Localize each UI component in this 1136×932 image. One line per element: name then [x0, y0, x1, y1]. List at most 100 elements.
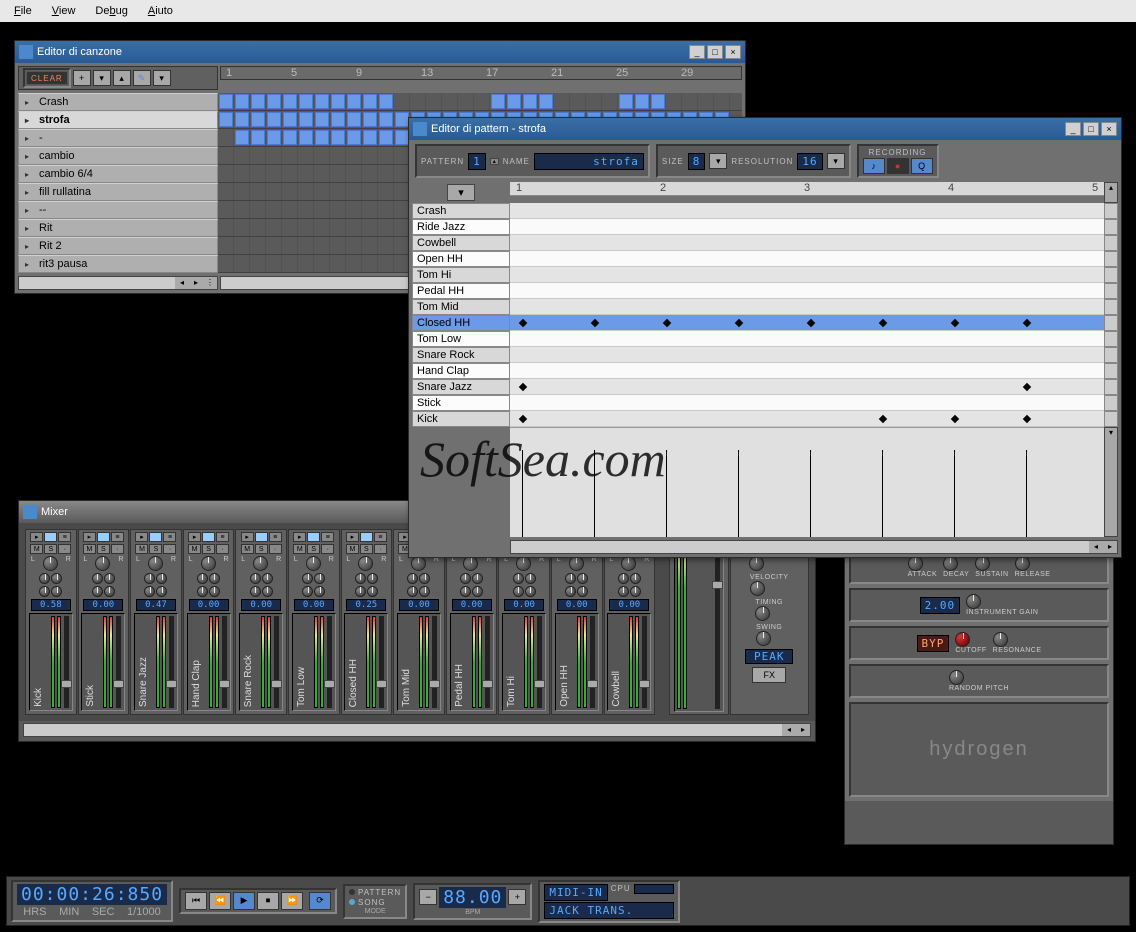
solo-button[interactable]: S: [307, 544, 320, 554]
note-grid[interactable]: [510, 331, 1104, 347]
instrument-row[interactable]: Tom Mid: [412, 299, 1118, 315]
note-grid[interactable]: [510, 315, 1104, 331]
fx3-knob[interactable]: [460, 586, 471, 597]
fx4-knob[interactable]: [630, 586, 641, 597]
channel-fader[interactable]: Cowbell: [607, 613, 651, 711]
mute-button[interactable]: M: [83, 544, 96, 554]
bypass-button[interactable]: ·: [374, 544, 387, 554]
fader-handle[interactable]: [376, 680, 387, 688]
fader-handle[interactable]: [61, 680, 72, 688]
fader-handle[interactable]: [166, 680, 177, 688]
down-button[interactable]: ▾: [93, 70, 111, 86]
channel-fader[interactable]: Stick: [81, 613, 125, 711]
play-sample[interactable]: ▸: [293, 532, 306, 542]
up-button[interactable]: ▴: [113, 70, 131, 86]
song-ruler[interactable]: 1 5 9 13 17 21 25 29: [220, 66, 742, 80]
pan-knob[interactable]: [569, 556, 584, 571]
note[interactable]: [663, 319, 671, 327]
instrument-row[interactable]: Tom Low: [412, 331, 1118, 347]
fx2-knob[interactable]: [51, 573, 62, 584]
pattern-number[interactable]: 1: [468, 153, 486, 170]
cutoff-knob[interactable]: [955, 632, 970, 647]
fx1-knob[interactable]: [618, 573, 629, 584]
bypass-button[interactable]: ·: [269, 544, 282, 554]
pan-knob[interactable]: [148, 556, 163, 571]
fx3-knob[interactable]: [39, 586, 50, 597]
edit-button[interactable]: ≡: [163, 532, 176, 542]
instrument-row[interactable]: Tom Hi: [412, 267, 1118, 283]
edit-button[interactable]: ≡: [216, 532, 229, 542]
note-grid[interactable]: [510, 235, 1104, 251]
fx4-knob[interactable]: [51, 586, 62, 597]
instrument-label[interactable]: Tom Hi: [412, 267, 510, 283]
pan-knob[interactable]: [253, 556, 268, 571]
scroll-up-button[interactable]: ▴: [1104, 182, 1118, 203]
velocity-editor[interactable]: [510, 427, 1104, 537]
instrument-row[interactable]: Pedal HH: [412, 283, 1118, 299]
instrument-row[interactable]: Hand Clap: [412, 363, 1118, 379]
fx3-knob[interactable]: [565, 586, 576, 597]
note[interactable]: [879, 415, 887, 423]
fx3-knob[interactable]: [92, 586, 103, 597]
solo-button[interactable]: S: [202, 544, 215, 554]
fx1-knob[interactable]: [144, 573, 155, 584]
jack-transport[interactable]: JACK TRANS.: [544, 902, 673, 919]
mute-button[interactable]: M: [188, 544, 201, 554]
pan-knob[interactable]: [463, 556, 478, 571]
fx1-knob[interactable]: [39, 573, 50, 584]
note-grid[interactable]: [510, 347, 1104, 363]
channel-fader[interactable]: Kick: [29, 613, 73, 711]
note[interactable]: [951, 415, 959, 423]
pattern-editor-titlebar[interactable]: Editor di pattern - strofa _ □ ×: [409, 118, 1121, 140]
bypass-button[interactable]: ·: [163, 544, 176, 554]
pan-knob[interactable]: [201, 556, 216, 571]
bpm-up[interactable]: +: [508, 889, 526, 905]
fader-handle[interactable]: [271, 680, 282, 688]
note[interactable]: [591, 319, 599, 327]
fader-handle[interactable]: [534, 680, 545, 688]
peak-button[interactable]: PEAK: [745, 649, 794, 664]
instrument-label[interactable]: Hand Clap: [412, 363, 510, 379]
pan-knob[interactable]: [516, 556, 531, 571]
channel-fader[interactable]: Tom Low: [292, 613, 336, 711]
mode-song[interactable]: SONG: [358, 898, 386, 907]
instrument-label[interactable]: Snare Jazz: [412, 379, 510, 395]
more-button[interactable]: ▾: [153, 70, 171, 86]
humanize-knob[interactable]: [749, 556, 764, 571]
fx4-knob[interactable]: [525, 586, 536, 597]
master-fader[interactable]: [674, 532, 724, 712]
fader-handle[interactable]: [712, 581, 723, 589]
fx2-knob[interactable]: [104, 573, 115, 584]
note-grid[interactable]: [510, 251, 1104, 267]
pattern-label[interactable]: Crash: [18, 93, 218, 111]
instrument-row[interactable]: Snare Jazz: [412, 379, 1118, 395]
note[interactable]: [879, 319, 887, 327]
velocity-knob[interactable]: [750, 581, 765, 596]
fx1-knob[interactable]: [197, 573, 208, 584]
play-sample[interactable]: ▸: [241, 532, 254, 542]
fx2-knob[interactable]: [630, 573, 641, 584]
solo-button[interactable]: S: [44, 544, 57, 554]
fx2-knob[interactable]: [472, 573, 483, 584]
pitch-knob[interactable]: [949, 670, 964, 685]
channel-fader[interactable]: Open HH: [555, 613, 599, 711]
note-grid[interactable]: [510, 219, 1104, 235]
resonance-knob[interactable]: [993, 632, 1008, 647]
resolution-dropdown[interactable]: ▾: [827, 153, 845, 169]
loop-button[interactable]: ⟳: [309, 892, 331, 910]
song-editor-titlebar[interactable]: Editor di canzone _ □ ×: [15, 41, 745, 63]
instrument-row[interactable]: Closed HH: [412, 315, 1118, 331]
note[interactable]: [1023, 383, 1031, 391]
pan-knob[interactable]: [43, 556, 58, 571]
channel-fader[interactable]: Pedal HH: [450, 613, 494, 711]
fx3-knob[interactable]: [197, 586, 208, 597]
fx2-knob[interactable]: [577, 573, 588, 584]
attack-knob[interactable]: [908, 556, 923, 571]
pattern-name[interactable]: strofa: [534, 153, 644, 170]
edit-button[interactable]: ≡: [58, 532, 71, 542]
solo-button[interactable]: S: [149, 544, 162, 554]
bypass-button[interactable]: BYP: [917, 635, 950, 652]
fx4-knob[interactable]: [367, 586, 378, 597]
record-button[interactable]: ●: [887, 158, 909, 174]
instrument-label[interactable]: Kick: [412, 411, 510, 427]
